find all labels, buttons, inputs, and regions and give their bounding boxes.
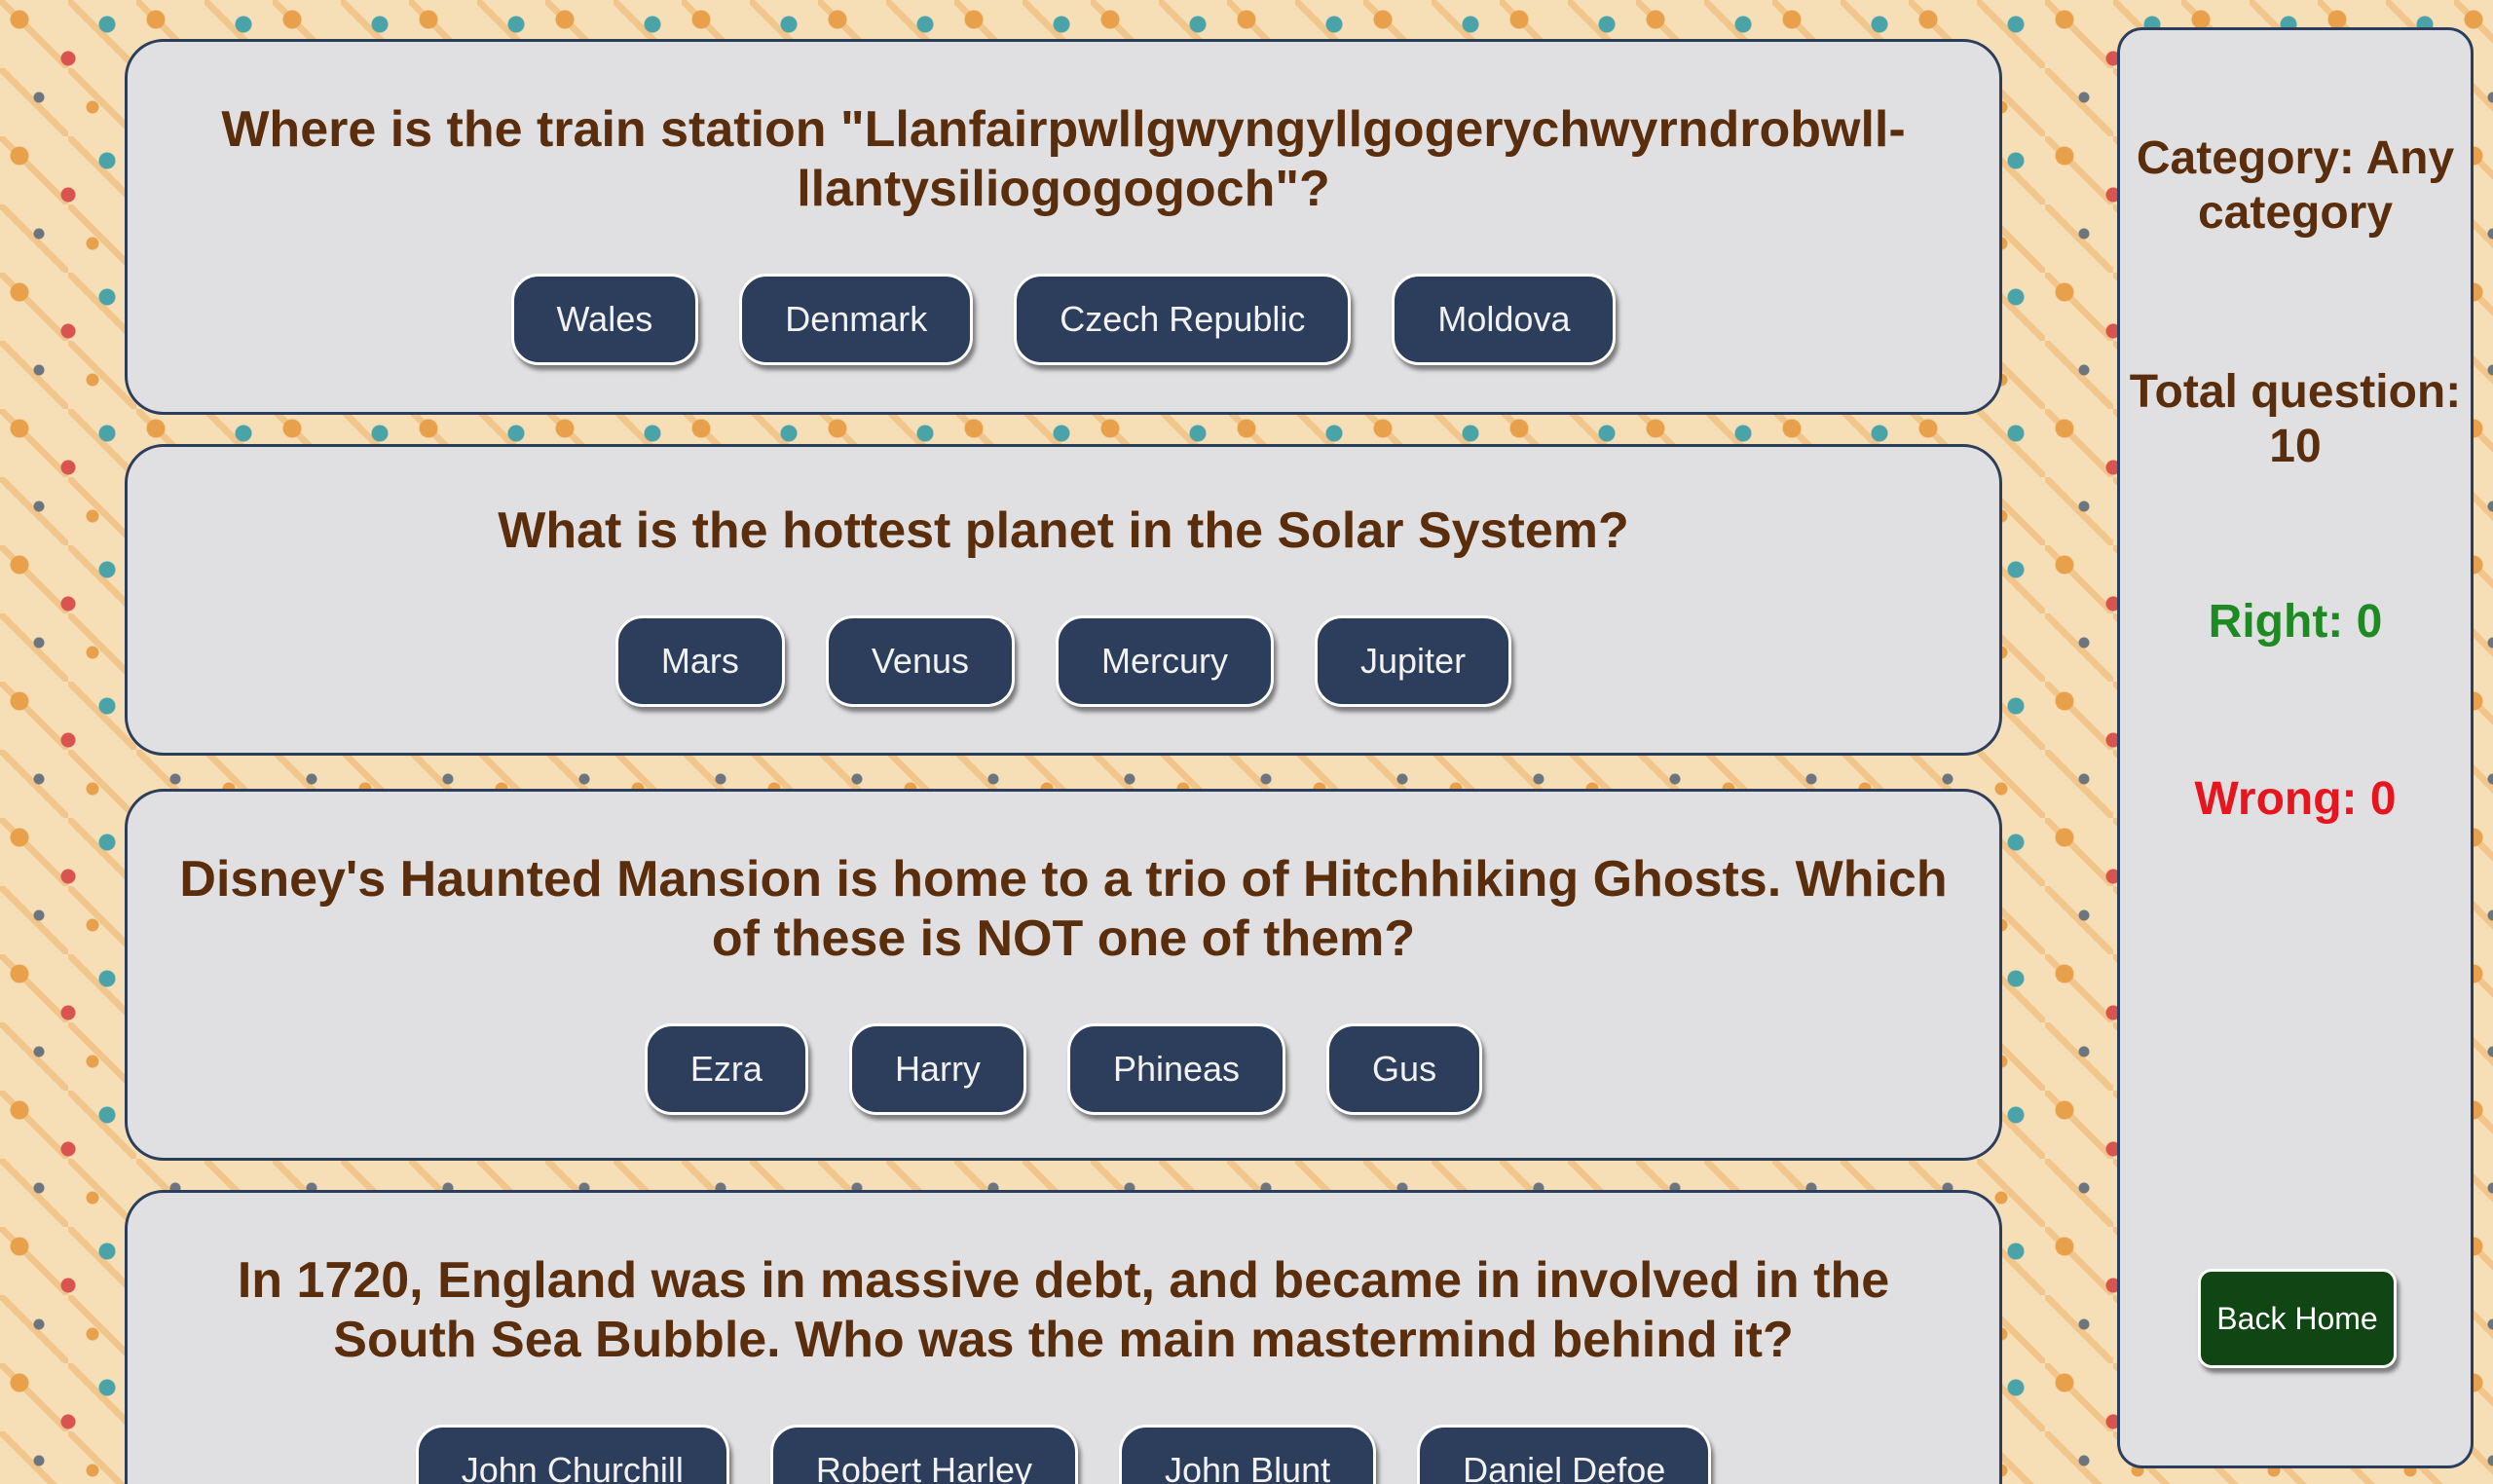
answer-button[interactable]: Ezra [644, 1023, 808, 1115]
answer-button[interactable]: Czech Republic [1014, 274, 1352, 365]
answer-group: Ezra Harry Phineas Gus [128, 1023, 1999, 1115]
question-card: Disney's Haunted Mansion is home to a tr… [125, 789, 2002, 1161]
answer-button[interactable]: John Churchill [415, 1425, 729, 1484]
answer-button[interactable]: Moldova [1392, 274, 1617, 365]
back-home-button[interactable]: Back Home [2198, 1269, 2397, 1368]
score-sidebar: Category: Any category Total question: 1… [2117, 27, 2474, 1468]
total-questions-label: Total question: 10 [2129, 366, 2462, 472]
question-card: In 1720, England was in massive debt, an… [125, 1190, 2002, 1484]
answer-button[interactable]: Wales [510, 274, 699, 365]
answer-button[interactable]: Daniel Defoe [1417, 1425, 1712, 1484]
question-card: What is the hottest planet in the Solar … [125, 444, 2002, 756]
answer-group: John Churchill Robert Harley John Blunt … [128, 1425, 1999, 1484]
answer-button[interactable]: Gus [1326, 1023, 1483, 1115]
right-count: Right: 0 [2208, 596, 2383, 648]
answer-button[interactable]: Venus [825, 615, 1015, 707]
answer-button[interactable]: Jupiter [1315, 615, 1512, 707]
answer-button[interactable]: Phineas [1066, 1023, 1286, 1115]
question-text: What is the hottest planet in the Solar … [498, 502, 1629, 559]
question-text: In 1720, England was in massive debt, an… [237, 1252, 1890, 1368]
answer-button[interactable]: Mercury [1056, 615, 1275, 707]
question-list: Where is the train station "Llanfairpwll… [125, 0, 2006, 1484]
answer-group: Mars Venus Mercury Jupiter [128, 615, 1999, 707]
question-text: Disney's Haunted Mansion is home to a tr… [179, 851, 1948, 967]
answer-button[interactable]: Mars [614, 615, 785, 707]
answer-button[interactable]: Robert Harley [769, 1425, 1078, 1484]
question-text: Where is the train station "Llanfairpwll… [221, 101, 1906, 217]
answer-button[interactable]: Harry [848, 1023, 1026, 1115]
wrong-count: Wrong: 0 [2194, 773, 2397, 825]
answer-group: Wales Denmark Czech Republic Moldova [128, 274, 1999, 365]
answer-button[interactable]: John Blunt [1118, 1425, 1377, 1484]
answer-button[interactable]: Denmark [739, 274, 974, 365]
question-card: Where is the train station "Llanfairpwll… [125, 39, 2002, 415]
category-label: Category: Any category [2136, 132, 2455, 239]
